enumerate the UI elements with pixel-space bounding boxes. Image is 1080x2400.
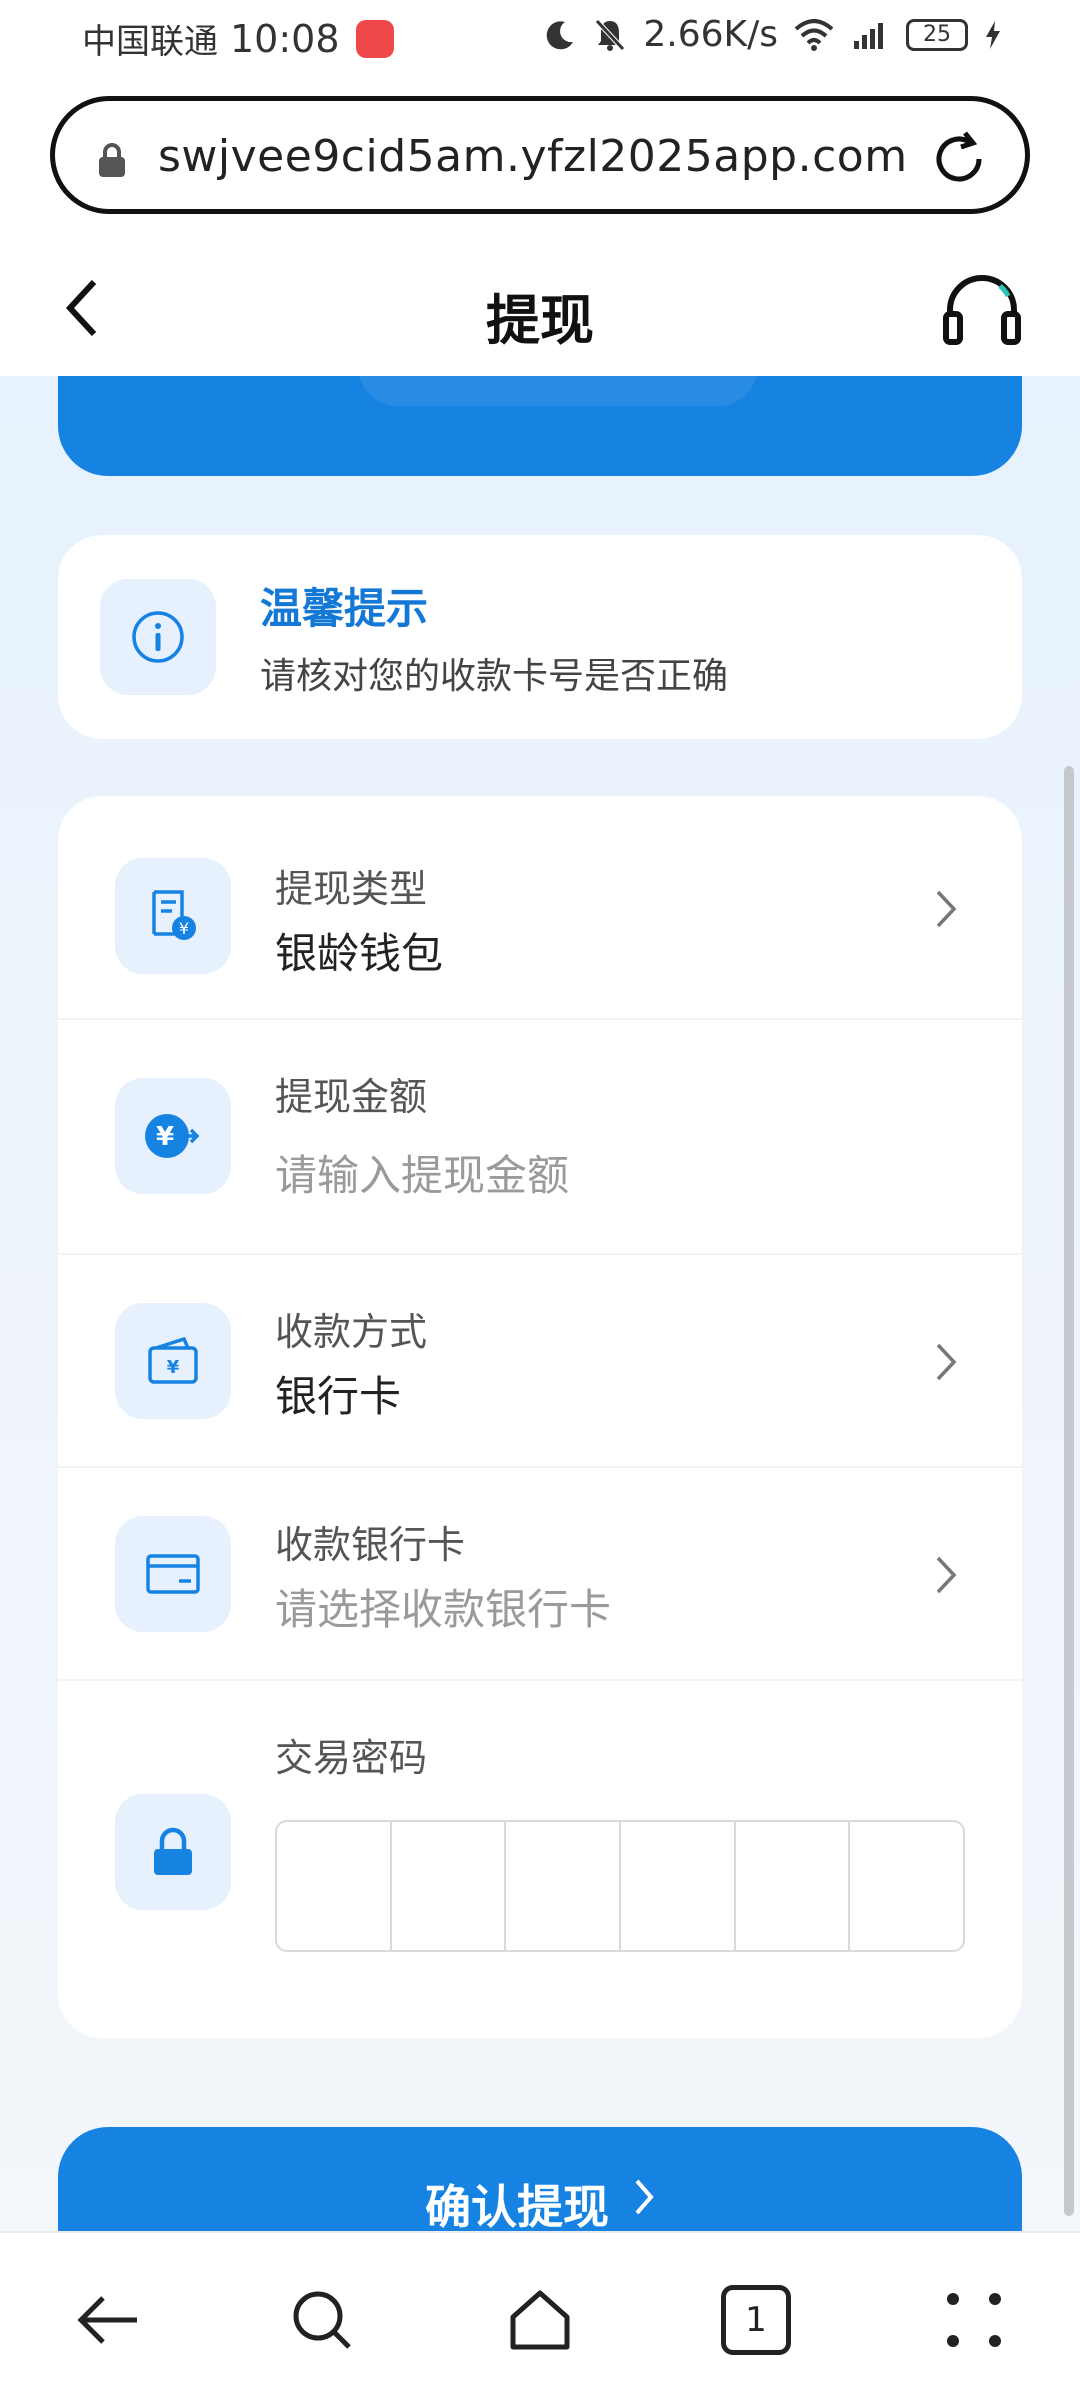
charging-icon	[986, 20, 1000, 49]
reload-icon[interactable]	[929, 129, 989, 189]
lock-icon	[99, 143, 125, 177]
trade-password-row: 交易密码	[58, 1681, 1022, 2038]
password-digit-box[interactable]	[392, 1822, 507, 1950]
svg-text:¥: ¥	[179, 919, 189, 938]
moon-icon	[547, 20, 574, 49]
tip-icon-box	[100, 579, 216, 695]
payment-method-row[interactable]: ¥ 收款方式 银行卡	[58, 1255, 1022, 1468]
payment-method-value: 银行卡	[275, 1372, 402, 1421]
url-text[interactable]: swjvee9cid5am.yfzl2025app.com	[158, 131, 908, 182]
balance-banner	[58, 376, 1022, 476]
browser-bottom-nav: 1	[0, 2231, 1080, 2400]
trade-password-label: 交易密码	[275, 1736, 428, 1780]
payment-method-label: 收款方式	[275, 1310, 428, 1354]
tip-card: 温馨提示 请核对您的收款卡号是否正确	[58, 535, 1022, 739]
chevron-right-icon	[635, 2179, 654, 2215]
content-area: 温馨提示 请核对您的收款卡号是否正确 ¥ 提现类型 银龄钱包 ¥ 提现金额 请输…	[0, 376, 1080, 2231]
document-yen-icon: ¥	[152, 890, 196, 940]
carrier-name: 中国联通	[82, 22, 218, 62]
amount-icon-box: ¥	[115, 1078, 231, 1194]
password-digit-box[interactable]	[621, 1822, 736, 1950]
notification-app-icon	[355, 19, 394, 58]
back-arrow-icon[interactable]	[73, 2285, 143, 2355]
password-digit-box[interactable]	[736, 1822, 851, 1950]
signal-icon	[854, 22, 883, 49]
withdraw-type-value: 银龄钱包	[275, 929, 444, 978]
password-digit-box[interactable]	[506, 1822, 622, 1950]
bank-card-icon-box	[115, 1516, 231, 1632]
page-title: 提现	[486, 289, 594, 352]
status-right: 2.66K/s 25	[543, 14, 1002, 55]
menu-dots-icon[interactable]	[939, 2285, 1009, 2355]
search-icon[interactable]	[287, 2285, 357, 2355]
wallet-yen-icon: ¥	[148, 1336, 198, 1384]
screen: 中国联通 10:08 2.66K/s 25 swjvee9cid5am.yfzl…	[0, 0, 1080, 2400]
withdraw-amount-label: 提现金额	[275, 1075, 428, 1119]
withdraw-amount-input[interactable]: 请输入提现金额	[275, 1142, 569, 1203]
banner-decoration	[358, 376, 758, 406]
chevron-right-icon	[936, 1343, 957, 1381]
bank-card-row[interactable]: 收款银行卡 请选择收款银行卡	[58, 1468, 1022, 1681]
tip-title: 温馨提示	[260, 584, 429, 633]
net-speed: 2.66K/s	[643, 14, 778, 55]
wifi-icon	[794, 18, 834, 51]
chevron-right-icon	[936, 890, 957, 928]
customer-service-headset-icon[interactable]	[942, 272, 1022, 348]
password-digit-box[interactable]	[277, 1822, 392, 1950]
withdraw-type-label: 提现类型	[275, 867, 428, 911]
bank-card-select[interactable]: 请选择收款银行卡	[275, 1576, 611, 1637]
confirm-withdraw-label: 确认提现	[425, 2180, 609, 2231]
status-bar: 中国联通 10:08 2.66K/s 25	[0, 0, 1080, 76]
tip-text: 请核对您的收款卡号是否正确	[260, 656, 729, 697]
title-bar: 提现	[0, 236, 1080, 376]
password-digit-box[interactable]	[850, 1822, 963, 1950]
bank-card-label: 收款银行卡	[275, 1523, 466, 1567]
svg-text:¥: ¥	[156, 1122, 174, 1152]
url-bar[interactable]: swjvee9cid5am.yfzl2025app.com	[50, 96, 1030, 214]
home-icon[interactable]	[505, 2285, 575, 2355]
chevron-right-icon	[936, 1556, 957, 1594]
bank-card-icon	[146, 1554, 200, 1594]
withdraw-type-row[interactable]: ¥ 提现类型 银龄钱包	[58, 796, 1022, 1020]
padlock-icon	[154, 1827, 192, 1875]
info-icon	[132, 611, 184, 663]
method-icon-box: ¥	[115, 1303, 231, 1419]
tab-count: 1	[745, 2300, 767, 2340]
svg-text:¥: ¥	[167, 1357, 180, 1378]
yen-transfer-icon: ¥	[145, 1114, 200, 1158]
withdraw-amount-row: ¥ 提现金额 请输入提现金额	[58, 1020, 1022, 1255]
confirm-button-inner: 确认提现	[425, 2171, 655, 2231]
status-left: 中国联通 10:08	[82, 14, 394, 63]
tabs-button[interactable]: 1	[721, 2285, 791, 2355]
battery-indicator: 25	[906, 18, 968, 51]
withdraw-type-icon-box: ¥	[115, 858, 231, 974]
confirm-withdraw-button[interactable]: 确认提现	[58, 2127, 1022, 2231]
scrollbar[interactable]	[1064, 766, 1074, 2216]
withdraw-form: ¥ 提现类型 银龄钱包 ¥ 提现金额 请输入提现金额 ¥ 收款方式 银行卡 收款…	[58, 796, 1022, 2038]
trade-password-input[interactable]	[275, 1820, 965, 1952]
password-icon-box	[115, 1794, 231, 1910]
mute-bell-icon	[595, 18, 626, 51]
clock: 10:08	[230, 16, 340, 61]
